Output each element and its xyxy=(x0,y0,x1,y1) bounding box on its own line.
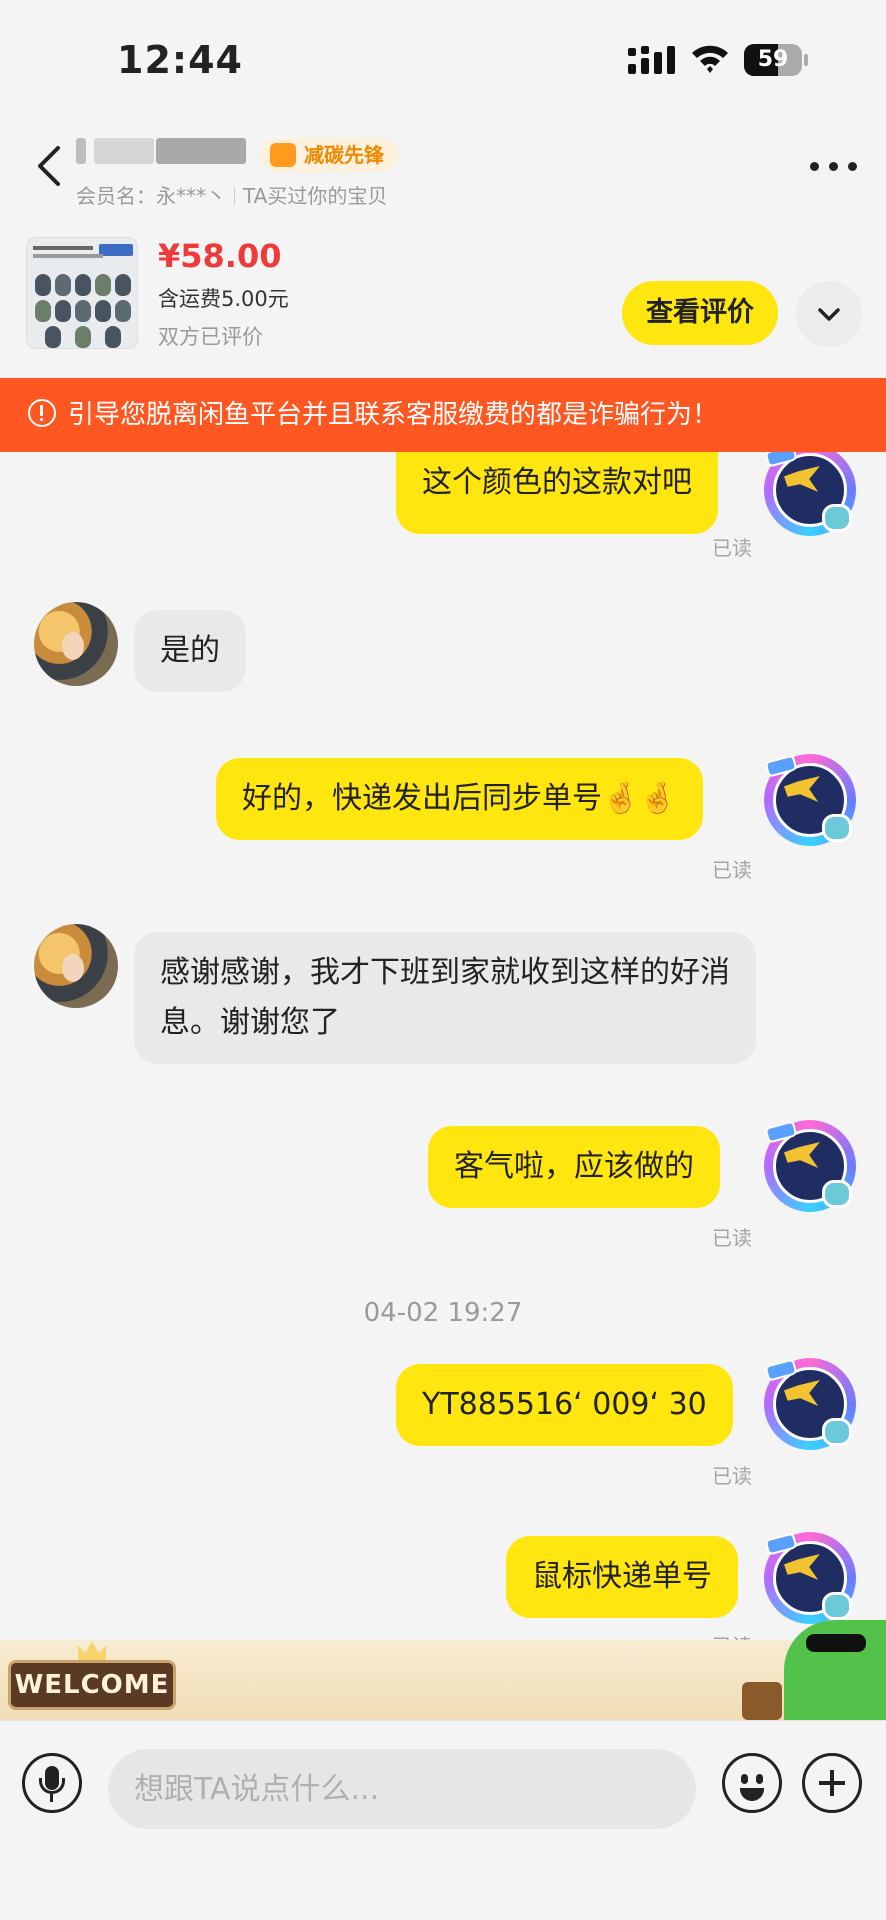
signal-icon xyxy=(628,46,675,74)
member-info: 会员名：永***丶 TA买过你的宝贝 xyxy=(76,184,388,208)
message-bubble-outgoing[interactable]: 这个颜色的这款对吧 xyxy=(396,452,718,534)
message-input-bar xyxy=(0,1720,886,1920)
my-avatar[interactable] xyxy=(764,754,856,846)
battery-icon: 59 xyxy=(744,44,808,76)
chevron-down-icon[interactable] xyxy=(796,281,862,347)
product-card[interactable]: ¥58.00 含运费5.00元 双方已评价 查看评价 xyxy=(0,225,886,377)
message-bubble-outgoing[interactable]: 鼠标快递单号 xyxy=(506,1536,738,1618)
emoji-icon[interactable] xyxy=(722,1753,782,1813)
message-bubble-outgoing[interactable]: 客气啦，应该做的 xyxy=(428,1126,720,1208)
read-receipt: 已读 xyxy=(712,1464,752,1488)
plus-icon[interactable] xyxy=(802,1753,862,1813)
more-options-button[interactable] xyxy=(810,156,858,176)
leaf-badge-icon xyxy=(270,143,296,167)
microphone-icon[interactable] xyxy=(22,1753,82,1813)
contact-avatar[interactable] xyxy=(34,602,118,686)
my-avatar[interactable] xyxy=(764,1120,856,1212)
my-avatar[interactable] xyxy=(764,1358,856,1450)
status-bar: 12:44 59 xyxy=(0,0,886,120)
tracking-number-message[interactable]: YT885516‘ 009‘ 30 xyxy=(396,1364,733,1446)
bag-icon xyxy=(742,1682,782,1720)
message-bubble-outgoing[interactable]: 好的，快递发出后同步单号🤞🤞 xyxy=(216,758,703,840)
welcome-badge[interactable]: WELCOME xyxy=(8,1660,176,1710)
back-arrow-icon[interactable] xyxy=(28,140,74,192)
message-bubble-incoming[interactable]: 是的 xyxy=(134,610,246,692)
carbon-pioneer-badge: 减碳先锋 xyxy=(260,138,398,172)
review-status: 双方已评价 xyxy=(158,325,263,349)
shipping-fee: 含运费5.00元 xyxy=(158,287,289,311)
contact-avatar[interactable] xyxy=(34,924,118,1008)
status-time: 12:44 xyxy=(117,38,243,82)
read-receipt: 已读 xyxy=(712,1226,752,1250)
message-input[interactable] xyxy=(108,1749,696,1829)
my-avatar[interactable] xyxy=(764,1532,856,1624)
message-timestamp: 04-02 19:27 xyxy=(363,1298,523,1328)
chat-history[interactable]: 这个颜色的这款对吧 已读 是的 好的，快递发出后同步单号🤞🤞 已读 感谢感谢，我… xyxy=(0,452,886,1718)
warning-icon xyxy=(28,399,56,427)
wifi-icon xyxy=(692,45,728,73)
read-receipt: 已读 xyxy=(712,536,752,560)
mascot-character[interactable] xyxy=(784,1620,886,1720)
contact-name-redacted xyxy=(76,134,252,168)
my-avatar[interactable] xyxy=(764,452,856,536)
view-review-button[interactable]: 查看评价 xyxy=(622,281,778,345)
battery-level: 59 xyxy=(757,47,789,72)
fraud-warning-banner: 引导您脱离闲鱼平台并且联系客服缴费的都是诈骗行为！ xyxy=(0,378,886,452)
message-bubble-incoming[interactable]: 感谢感谢，我才下班到家就收到这样的好消息。谢谢您了 xyxy=(134,932,756,1064)
product-price: ¥58.00 xyxy=(158,237,282,275)
read-receipt: 已读 xyxy=(712,858,752,882)
product-thumbnail[interactable] xyxy=(26,237,138,349)
